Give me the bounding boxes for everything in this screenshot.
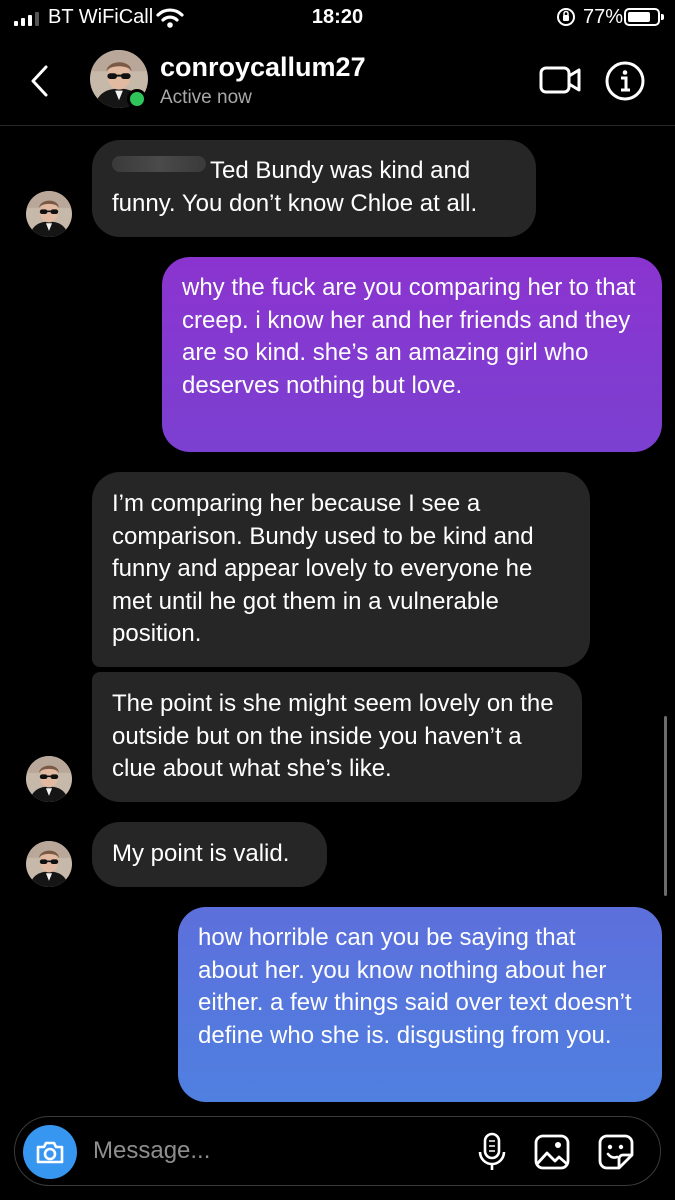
message-text: how horrible can you be saying that abou… <box>198 924 632 1049</box>
message-bubble-outgoing[interactable]: how horrible can you be saying that abou… <box>178 907 662 1102</box>
message-text: My point is valid. <box>112 840 290 867</box>
chat-header: conroycallum27 Active now <box>0 36 675 126</box>
info-icon[interactable] <box>604 60 646 102</box>
camera-icon <box>36 1141 64 1164</box>
microphone-icon[interactable] <box>477 1132 507 1172</box>
status-bar: BT WiFiCall 18:20 77% <box>0 0 675 36</box>
cellular-signal-icon <box>14 10 39 26</box>
message-text: The point is she might seem lovely on th… <box>112 690 554 782</box>
message-bubble-incoming[interactable]: Ted Bundy was kind and funny. You don’t … <box>92 140 536 237</box>
battery-icon <box>624 8 664 26</box>
message-composer <box>14 1116 661 1186</box>
contact-status: Active now <box>160 87 252 108</box>
contact-name[interactable]: conroycallum27 <box>160 52 366 83</box>
message-avatar[interactable] <box>26 756 72 802</box>
message-text: I’m comparing her because I see a compar… <box>112 490 534 647</box>
battery-percentage: 77% <box>583 6 624 28</box>
orientation-lock-icon <box>557 8 575 26</box>
message-avatar[interactable] <box>26 191 72 237</box>
gallery-icon[interactable] <box>533 1133 571 1171</box>
message-bubble-outgoing[interactable]: why the fuck are you comparing her to th… <box>162 257 662 452</box>
active-status-dot <box>127 89 147 109</box>
back-icon[interactable] <box>28 64 50 98</box>
message-input[interactable] <box>93 1131 453 1171</box>
carrier-name: BT WiFiCall <box>48 6 154 28</box>
message-avatar[interactable] <box>26 841 72 887</box>
message-bubble-incoming[interactable]: The point is she might seem lovely on th… <box>92 672 582 802</box>
camera-button[interactable] <box>23 1125 77 1179</box>
message-text: why the fuck are you comparing her to th… <box>182 274 636 399</box>
redacted-name <box>112 156 206 172</box>
video-call-icon[interactable] <box>538 62 582 98</box>
message-bubble-incoming[interactable]: I’m comparing her because I see a compar… <box>92 472 590 667</box>
sticker-icon[interactable] <box>597 1133 635 1171</box>
wifi-icon <box>156 8 184 28</box>
scrollbar[interactable] <box>664 716 667 896</box>
message-bubble-incoming[interactable]: My point is valid. <box>92 822 327 887</box>
